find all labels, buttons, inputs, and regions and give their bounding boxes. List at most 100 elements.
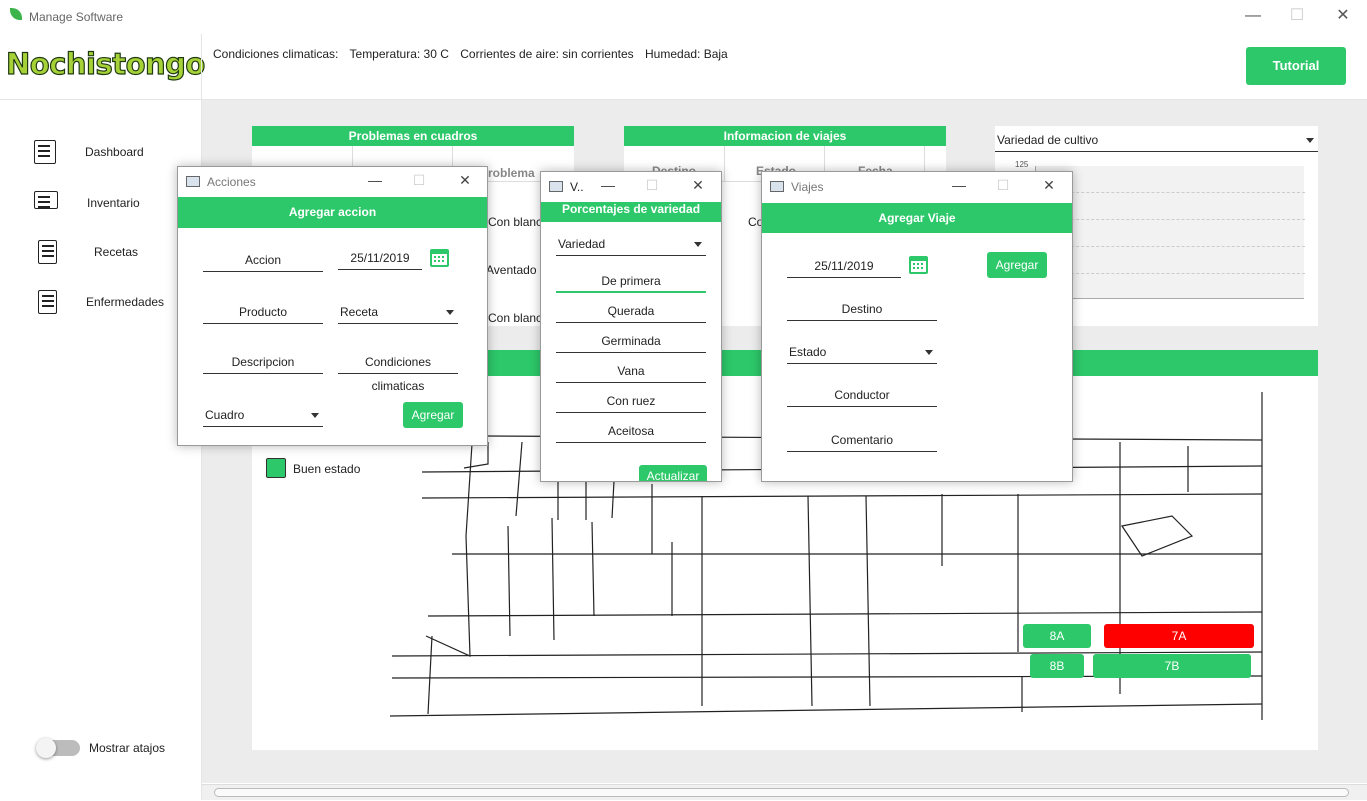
- receta-select-value: Receta: [340, 305, 379, 319]
- condiciones-field[interactable]: Condiciones climaticas: [338, 350, 458, 393]
- calendar-icon[interactable]: [430, 249, 449, 267]
- de-primera-field[interactable]: De primera: [556, 269, 706, 293]
- plot-label: 8A: [1049, 629, 1065, 643]
- date-field[interactable]: 25/11/2019: [338, 246, 422, 270]
- horizontal-scrollbar[interactable]: [202, 784, 1367, 800]
- conductor-field[interactable]: Conductor: [787, 383, 937, 407]
- agregar-accion-button[interactable]: Agregar: [403, 402, 463, 428]
- gridline: [1036, 219, 1305, 220]
- sidebar-item-dashboard[interactable]: Dashboard: [30, 140, 190, 164]
- viajes-window: Viajes — ☐ ✕ Agregar Viaje 25/11/2019 Ag…: [761, 171, 1073, 482]
- minimize-button[interactable]: —: [1240, 6, 1266, 26]
- sidebar-item-label: Recetas: [94, 245, 139, 259]
- chevron-down-icon: [1306, 138, 1314, 143]
- humidity-text: Humedad: Baja: [645, 47, 728, 61]
- calendar-icon[interactable]: [909, 256, 928, 274]
- close-button[interactable]: ✕: [1330, 6, 1356, 26]
- window-icon: [549, 181, 563, 192]
- comentario-field[interactable]: Comentario: [787, 428, 937, 452]
- chevron-down-icon: [311, 413, 319, 418]
- maximize-button[interactable]: ☐: [643, 177, 661, 194]
- temperature-text: Temperatura: 30 C: [349, 47, 449, 61]
- minimize-button[interactable]: —: [366, 172, 384, 188]
- chevron-down-icon: [694, 242, 702, 247]
- accion-field[interactable]: Accion: [203, 248, 323, 272]
- producto-field[interactable]: Producto: [203, 300, 323, 324]
- column-header[interactable]: Problema: [480, 166, 535, 180]
- variedad-header: Porcentajes de variedad: [541, 202, 721, 222]
- close-button[interactable]: ✕: [1040, 177, 1058, 194]
- chevron-down-icon: [925, 350, 933, 355]
- climate-label: Condiciones climaticas:: [213, 47, 339, 61]
- cuadro-select[interactable]: Cuadro: [203, 403, 323, 427]
- variedad-select-value: Variedad: [558, 237, 606, 251]
- acciones-titlebar: Acciones — ☐ ✕: [178, 167, 487, 197]
- maximize-button[interactable]: ☐: [1284, 6, 1310, 26]
- climate-info: Condiciones climaticas: Temperatura: 30 …: [213, 47, 736, 61]
- inventory-icon: [34, 191, 58, 209]
- sidebar-item-label: Inventario: [87, 196, 140, 210]
- estado-select-value: Estado: [789, 345, 827, 359]
- maximize-button[interactable]: ☐: [994, 177, 1012, 194]
- problems-title: Problemas en cuadros: [252, 126, 574, 146]
- minimize-button[interactable]: —: [950, 177, 968, 193]
- diseases-icon: [38, 290, 57, 314]
- sidebar-item-recetas[interactable]: Recetas: [30, 240, 190, 264]
- window-icon: [186, 176, 200, 187]
- date-field[interactable]: 25/11/2019: [787, 254, 901, 278]
- toggle-knob[interactable]: [36, 738, 56, 758]
- variety-chart-plot: [1035, 166, 1305, 299]
- variedad-select[interactable]: Variedad: [556, 232, 706, 256]
- gridline: [1036, 273, 1305, 274]
- maximize-button[interactable]: ☐: [410, 172, 428, 189]
- plot-7b[interactable]: 7B: [1093, 654, 1251, 678]
- window-title: Manage Software: [29, 10, 124, 24]
- descripcion-field[interactable]: Descripcion: [203, 350, 323, 374]
- table-cell: Aventado: [486, 263, 537, 277]
- viajes-header: Agregar Viaje: [762, 203, 1072, 233]
- aceitosa-field[interactable]: Aceitosa: [556, 419, 706, 443]
- gridline: [1036, 246, 1305, 247]
- sidebar-item-label: Dashboard: [85, 145, 144, 159]
- sidebar-item-enfermedades[interactable]: Enfermedades: [30, 290, 190, 314]
- querada-field[interactable]: Querada: [556, 299, 706, 323]
- app-logo: Nochistongo: [5, 46, 206, 81]
- gridline: [1036, 192, 1305, 193]
- shortcuts-toggle[interactable]: [36, 738, 80, 758]
- sidebar-item-inventario[interactable]: Inventario: [30, 191, 190, 215]
- agregar-viaje-button[interactable]: Agregar: [987, 252, 1047, 278]
- scrollbar-thumb[interactable]: [214, 788, 1349, 797]
- variedad-window: V.. — ☐ ✕ Porcentajes de variedad Varied…: [540, 171, 722, 482]
- dashboard-icon: [34, 140, 56, 164]
- window-titlebar: Manage Software — ☐ ✕: [0, 0, 1367, 34]
- app-header: [0, 34, 1367, 100]
- tutorial-button[interactable]: Tutorial: [1246, 47, 1346, 85]
- germinada-field[interactable]: Germinada: [556, 329, 706, 353]
- variety-select[interactable]: Variedad de cultivo: [995, 128, 1318, 152]
- shortcuts-label: Mostrar atajos: [89, 741, 166, 755]
- recipes-icon: [38, 240, 57, 264]
- acciones-window-title: Acciones: [207, 175, 256, 189]
- plot-7a[interactable]: 7A: [1104, 624, 1254, 648]
- viajes-window-title: Viajes: [791, 180, 824, 194]
- chevron-down-icon: [446, 310, 454, 315]
- receta-select[interactable]: Receta: [338, 300, 458, 324]
- plot-8a[interactable]: 8A: [1023, 624, 1091, 648]
- destino-field[interactable]: Destino: [787, 297, 937, 321]
- actualizar-button[interactable]: Actualizar: [639, 465, 707, 481]
- close-button[interactable]: ✕: [689, 177, 707, 194]
- viajes-titlebar: Viajes — ☐ ✕: [762, 172, 1072, 202]
- plot-8b[interactable]: 8B: [1030, 654, 1084, 678]
- vana-field[interactable]: Vana: [556, 359, 706, 383]
- close-button[interactable]: ✕: [456, 172, 474, 189]
- app-leaf-icon: [10, 8, 22, 20]
- acciones-header: Agregar accion: [178, 197, 487, 228]
- variedad-titlebar: V.. — ☐ ✕: [541, 172, 721, 202]
- estado-select[interactable]: Estado: [787, 340, 937, 364]
- sidebar-item-label: Enfermedades: [86, 295, 165, 309]
- acciones-window: Acciones — ☐ ✕ Agregar accion Accion 25/…: [177, 166, 488, 446]
- variedad-window-title: V..: [570, 180, 584, 194]
- trips-title: Informacion de viajes: [624, 126, 946, 146]
- minimize-button[interactable]: —: [599, 177, 617, 193]
- con-ruez-field[interactable]: Con ruez: [556, 389, 706, 413]
